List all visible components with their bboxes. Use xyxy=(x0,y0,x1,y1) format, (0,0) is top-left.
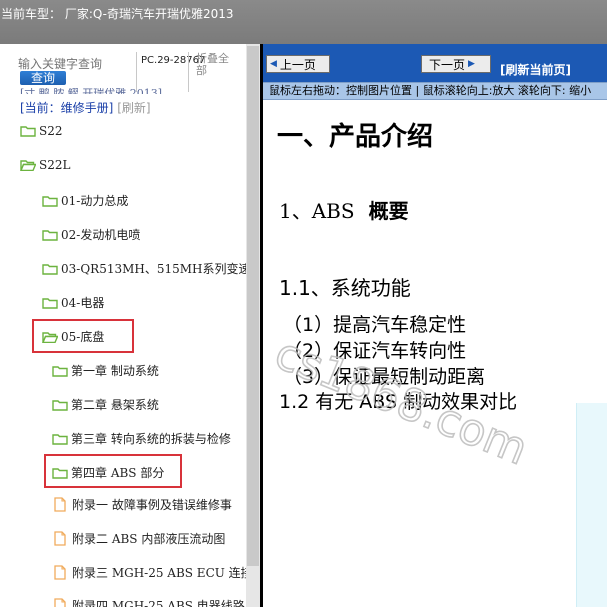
tree-item-label: 04-电器 xyxy=(61,296,105,310)
arrow-left-icon: ◀ xyxy=(270,59,277,69)
page-toolbar: ◀ 上一页 下一页 ▶ [刷新当前页] xyxy=(263,44,607,82)
highlight-box xyxy=(44,454,182,488)
tree-item-steering[interactable]: 第三章 转向系统的拆装与检修 xyxy=(52,430,231,447)
tree-item-appendix-3[interactable]: 附录三 MGH-25 ABS ECU 连接 xyxy=(54,564,253,581)
document-icon xyxy=(54,531,66,546)
next-page-button[interactable]: 下一页 ▶ xyxy=(421,55,491,73)
folder-icon xyxy=(42,263,58,275)
doc-line: 1.2 有无 ABS 制动效果对比 xyxy=(279,391,518,413)
doc-heading-2-text: 概要 xyxy=(368,199,409,223)
next-page-label: 下一页 xyxy=(429,57,466,72)
search-input[interactable] xyxy=(18,56,108,72)
refresh-tree-link[interactable]: [刷新] xyxy=(117,101,150,115)
highlight-box xyxy=(32,319,134,353)
folder-icon xyxy=(52,365,68,377)
current-location: [当前：维修手册] [刷新] xyxy=(20,99,151,116)
collapse-all-button[interactable]: 折叠全部 xyxy=(196,53,236,77)
tree-item-suspension[interactable]: 第二章 悬架系统 xyxy=(52,396,159,413)
doc-heading-1: 一、产品介绍 xyxy=(277,122,434,152)
separator xyxy=(188,52,189,92)
tree-scrollbar[interactable] xyxy=(246,44,260,607)
folder-icon xyxy=(42,297,58,309)
folder-icon xyxy=(52,433,68,445)
tree-item-label: S22 xyxy=(39,124,63,138)
title-bar: 当前车型： 厂家:Q-奇瑞汽车开瑞优雅2013 xyxy=(0,0,607,44)
tree-item-label: 附录四 MGH-25 ABS 电器线路 xyxy=(72,599,245,607)
doc-heading-2: 1、ABS 概要 xyxy=(279,195,409,224)
document-view[interactable]: 一、产品介绍 1、ABS 概要 1.1、系统功能 （1）提高汽车稳定性 （2）保证… xyxy=(263,100,607,607)
tree-item-appendix-1[interactable]: 附录一 故障事例及错误维修事 xyxy=(54,496,232,513)
arrow-right-icon: ▶ xyxy=(468,59,475,69)
folder-icon xyxy=(42,195,58,207)
tree-item-label: 附录一 故障事例及错误维修事 xyxy=(72,498,232,512)
folder-icon xyxy=(52,399,68,411)
prev-page-button[interactable]: ◀ 上一页 xyxy=(266,55,330,73)
tree-item-brake-system[interactable]: 第一章 制动系统 xyxy=(52,362,159,379)
tree-item-label: 03-QR513MH、515MH系列变速 xyxy=(61,262,251,276)
tree-item-label: 第三章 转向系统的拆装与检修 xyxy=(71,432,231,446)
current-label: [当前：维修手册] xyxy=(20,101,114,115)
tree-item-powertrain[interactable]: 01-动力总成 xyxy=(42,192,128,209)
tree-item-appendix-4[interactable]: 附录四 MGH-25 ABS 电器线路 xyxy=(54,597,245,607)
doc-line: （1）提高汽车稳定性 xyxy=(283,314,467,336)
tree-item-label: S22L xyxy=(39,158,71,172)
tree-item-engine-efi[interactable]: 02-发动机电喷 xyxy=(42,226,140,243)
scrollbar-thumb[interactable] xyxy=(247,46,259,566)
document-icon xyxy=(54,565,66,580)
tree-item-transmission[interactable]: 03-QR513MH、515MH系列变速 xyxy=(42,260,251,277)
tree-item-label: 01-动力总成 xyxy=(61,194,129,208)
doc-line: （3）保证最短制动距离 xyxy=(283,366,486,388)
search-button[interactable]: 查询 xyxy=(20,71,66,85)
folder-icon xyxy=(20,126,36,137)
window-title: 当前车型： 厂家:Q-奇瑞汽车开瑞优雅2013 xyxy=(1,7,234,21)
tree-item-label: 第二章 悬架系统 xyxy=(71,398,159,412)
hint-bar: 鼠标左右拖动：控制图片位置 | 鼠标滚轮向上:放大 滚轮向下: 缩小 xyxy=(263,82,607,100)
doc-heading-2-number: 1、ABS xyxy=(279,199,355,223)
tree-item-label: 02-发动机电喷 xyxy=(61,228,141,242)
tree-item-label: 附录二 ABS 内部液压流动图 xyxy=(72,532,226,546)
prev-page-label: 上一页 xyxy=(279,57,316,72)
clipped-line: [寸 鸭 脓 鳛 开瑞优雅 2013] xyxy=(20,88,162,94)
right-panel: ◀ 上一页 下一页 ▶ [刷新当前页] 鼠标左右拖动：控制图片位置 | 鼠标滚轮… xyxy=(263,44,607,607)
tree-item-label: 第一章 制动系统 xyxy=(71,364,159,378)
tree-item-electrical[interactable]: 04-电器 xyxy=(42,294,104,311)
folder-open-icon xyxy=(20,160,36,171)
folder-icon xyxy=(42,229,58,241)
tree-item-s22l[interactable]: S22L xyxy=(20,158,70,172)
tree-item-s22[interactable]: S22 xyxy=(20,124,63,138)
left-panel: 查询 PC.29-28767 折叠全部 [寸 鸭 脓 鳛 开瑞优雅 2013] … xyxy=(0,44,260,607)
figure-edge xyxy=(576,403,607,607)
refresh-page-link[interactable]: [刷新当前页] xyxy=(500,61,571,78)
separator xyxy=(136,52,137,92)
document-icon xyxy=(54,497,66,512)
document-icon xyxy=(54,598,66,607)
doc-heading-3: 1.1、系统功能 xyxy=(279,276,411,300)
tree-item-label: 附录三 MGH-25 ABS ECU 连接 xyxy=(72,566,253,580)
doc-line: （2）保证汽车转向性 xyxy=(283,340,467,362)
tree-item-appendix-2[interactable]: 附录二 ABS 内部液压流动图 xyxy=(54,530,225,547)
